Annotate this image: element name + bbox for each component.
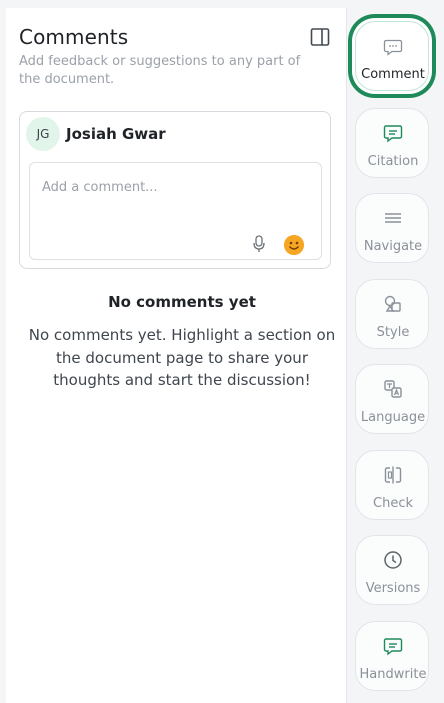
- rail-label-check: Check: [373, 496, 413, 511]
- comment-composer: JG Josiah Gwar: [19, 111, 331, 269]
- comment-input[interactable]: [40, 171, 309, 203]
- comment-box: [29, 162, 322, 260]
- rail-item-citation[interactable]: Citation: [355, 108, 429, 178]
- rail-item-handwrite[interactable]: Handwrite: [355, 621, 429, 691]
- rail-label-navigate: Navigate: [363, 239, 423, 254]
- style-icon: [384, 295, 401, 312]
- panel-toggle-icon[interactable]: [310, 27, 330, 47]
- avatar: JG: [26, 117, 60, 151]
- rail-label-language: Language: [360, 410, 426, 425]
- panel-subtitle: Add feedback or suggestions to any part …: [19, 54, 301, 87]
- empty-state-text: No comments yet. Highlight a section on …: [28, 326, 336, 389]
- empty-state-title: No comments yet: [108, 293, 256, 311]
- menu-icon: [385, 213, 401, 223]
- rail-label-citation: Citation: [367, 154, 419, 169]
- rail-item-check[interactable]: Check: [355, 450, 429, 520]
- rail-item-language[interactable]: Language: [355, 364, 429, 434]
- check-icon: [384, 466, 402, 484]
- panel-title: Comments: [19, 25, 129, 49]
- rail-label-style: Style: [376, 325, 410, 340]
- clock-icon: [384, 551, 402, 569]
- rail-label-comment: Comment: [361, 67, 425, 82]
- rail-item-versions[interactable]: Versions: [355, 535, 429, 605]
- language-icon: [384, 380, 402, 398]
- emoji-icon[interactable]: [284, 235, 304, 255]
- user-name: Josiah Gwar: [66, 125, 166, 143]
- comments-panel: Comments Add feedback or suggestions to …: [6, 8, 347, 703]
- citation-icon: [383, 125, 403, 143]
- rail-item-style[interactable]: Style: [355, 279, 429, 349]
- comment-icon: [383, 39, 403, 56]
- rail-label-handwrite: Handwrite: [359, 667, 427, 682]
- rail-item-navigate[interactable]: Navigate: [355, 193, 429, 263]
- rail-item-comment[interactable]: Comment: [355, 21, 429, 91]
- microphone-icon[interactable]: [252, 235, 266, 253]
- rail-label-versions: Versions: [365, 581, 421, 596]
- handwrite-icon: [383, 638, 403, 656]
